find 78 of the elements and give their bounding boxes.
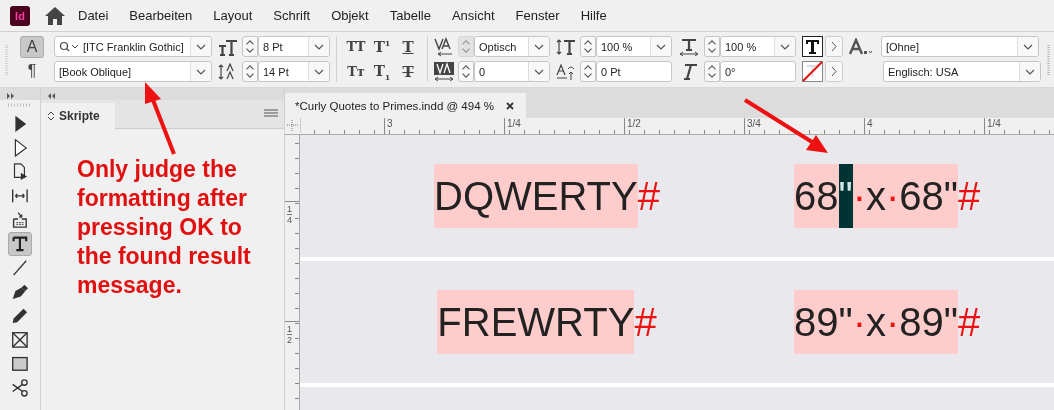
baseline-shift-field[interactable]: 0 Pt	[596, 61, 672, 82]
horizontal-scale-field[interactable]: 100 %	[720, 36, 796, 57]
menu-item[interactable]: Layout	[213, 8, 253, 23]
vertical-scale-field[interactable]: 100 %	[596, 36, 672, 57]
ruler-label: 1/2	[626, 118, 642, 129]
hidden-character: #	[637, 173, 660, 220]
menu-item[interactable]: Objekt	[331, 8, 369, 23]
hidden-character: ·	[886, 290, 900, 354]
panel-tab[interactable]: Skripte	[41, 103, 115, 129]
menu-item[interactable]: Fenster	[515, 8, 560, 23]
stepper-icon[interactable]	[704, 61, 720, 82]
stepper-icon[interactable]	[704, 36, 720, 57]
style-button[interactable]: TT	[343, 36, 369, 57]
tracking-field[interactable]: 0	[474, 61, 550, 82]
font-style-field[interactable]: [Book Oblique]	[54, 61, 212, 82]
font-family-field[interactable]: [ITC Franklin Gothic]	[54, 36, 212, 57]
horizontal-scale-icon	[678, 37, 700, 56]
kerning-icon	[434, 36, 454, 57]
close-icon[interactable]	[505, 102, 514, 110]
text: x	[866, 164, 887, 228]
ruler-label: 3/4	[746, 118, 762, 129]
annotation-text: Only judge the formatting after pressing OK to the found result message.	[76, 155, 252, 300]
ruler-label: 4	[866, 118, 874, 129]
ruler-label: 1/4	[986, 118, 1002, 129]
stepper-icon[interactable]	[242, 36, 258, 57]
stroke-swatch-icon[interactable]	[802, 61, 823, 82]
menu-item[interactable]: Hilfe	[580, 8, 607, 23]
menu-item[interactable]: Bearbeiten	[129, 8, 193, 23]
hidden-character: #	[634, 299, 657, 346]
ruler-label: 1/4	[506, 118, 522, 129]
text: 68	[794, 164, 839, 228]
ruler-label: 3	[386, 118, 394, 129]
text: 89"	[794, 290, 853, 354]
text: x	[866, 290, 887, 354]
vertical-scale-icon	[556, 37, 576, 56]
grip-icon[interactable]	[8, 103, 32, 107]
mode-button[interactable]: ¶	[20, 60, 44, 82]
language-field[interactable]: Englisch: USA	[883, 61, 1041, 82]
stepper-icon[interactable]	[458, 61, 474, 82]
ruler-label: 1 2	[285, 323, 293, 345]
menu-item[interactable]: Tabelle	[389, 8, 431, 23]
leading-field[interactable]: 14 Pt	[258, 61, 330, 82]
hidden-character: #	[958, 173, 981, 220]
home-icon[interactable]	[44, 5, 66, 26]
menu-item[interactable]: Datei	[78, 8, 109, 23]
style-button[interactable]: T$^{1}$	[369, 36, 395, 57]
style-button[interactable]: Tт	[343, 61, 369, 82]
menu-item[interactable]: Ansicht	[451, 8, 495, 23]
font-size-icon	[218, 37, 238, 56]
text: 68"	[899, 164, 959, 228]
sort-icon	[47, 110, 55, 122]
menu-item[interactable]: Schrift	[273, 8, 311, 23]
text: FREWRTY	[437, 290, 635, 354]
document-tab[interactable]: *Curly Quotes to Primes.indd @ 494 %	[285, 93, 526, 118]
stepper-icon[interactable]	[580, 36, 596, 57]
type-tool-icon[interactable]	[8, 232, 32, 256]
kerning-field[interactable]: Optisch	[474, 36, 550, 57]
hidden-character: #	[958, 299, 981, 346]
character-style-field[interactable]: [Ohne]	[881, 36, 1039, 57]
skew-field[interactable]: 0°	[720, 61, 796, 82]
app-logo: Id	[10, 5, 30, 26]
fill-swatch-icon[interactable]	[802, 36, 823, 57]
text: 89"	[899, 290, 959, 354]
hidden-character: ·	[886, 164, 900, 228]
search-icon	[59, 40, 81, 53]
style-button[interactable]: T$_{1}$	[369, 61, 395, 82]
font-size-field[interactable]: 8 Pt	[258, 36, 330, 57]
stepper-icon[interactable]	[242, 61, 258, 82]
character-style-icon	[849, 37, 873, 56]
expand-icon[interactable]	[6, 91, 16, 100]
stepper-icon[interactable]	[580, 61, 596, 82]
text: DQWERTY	[434, 164, 638, 228]
mode-button[interactable]: A	[20, 36, 44, 58]
style-button[interactable]: T	[395, 61, 421, 82]
tracking-icon	[434, 61, 454, 82]
ruler-label: 1 4	[285, 203, 293, 225]
style-button[interactable]: T	[395, 36, 421, 57]
baseline-shift-icon	[556, 62, 576, 81]
